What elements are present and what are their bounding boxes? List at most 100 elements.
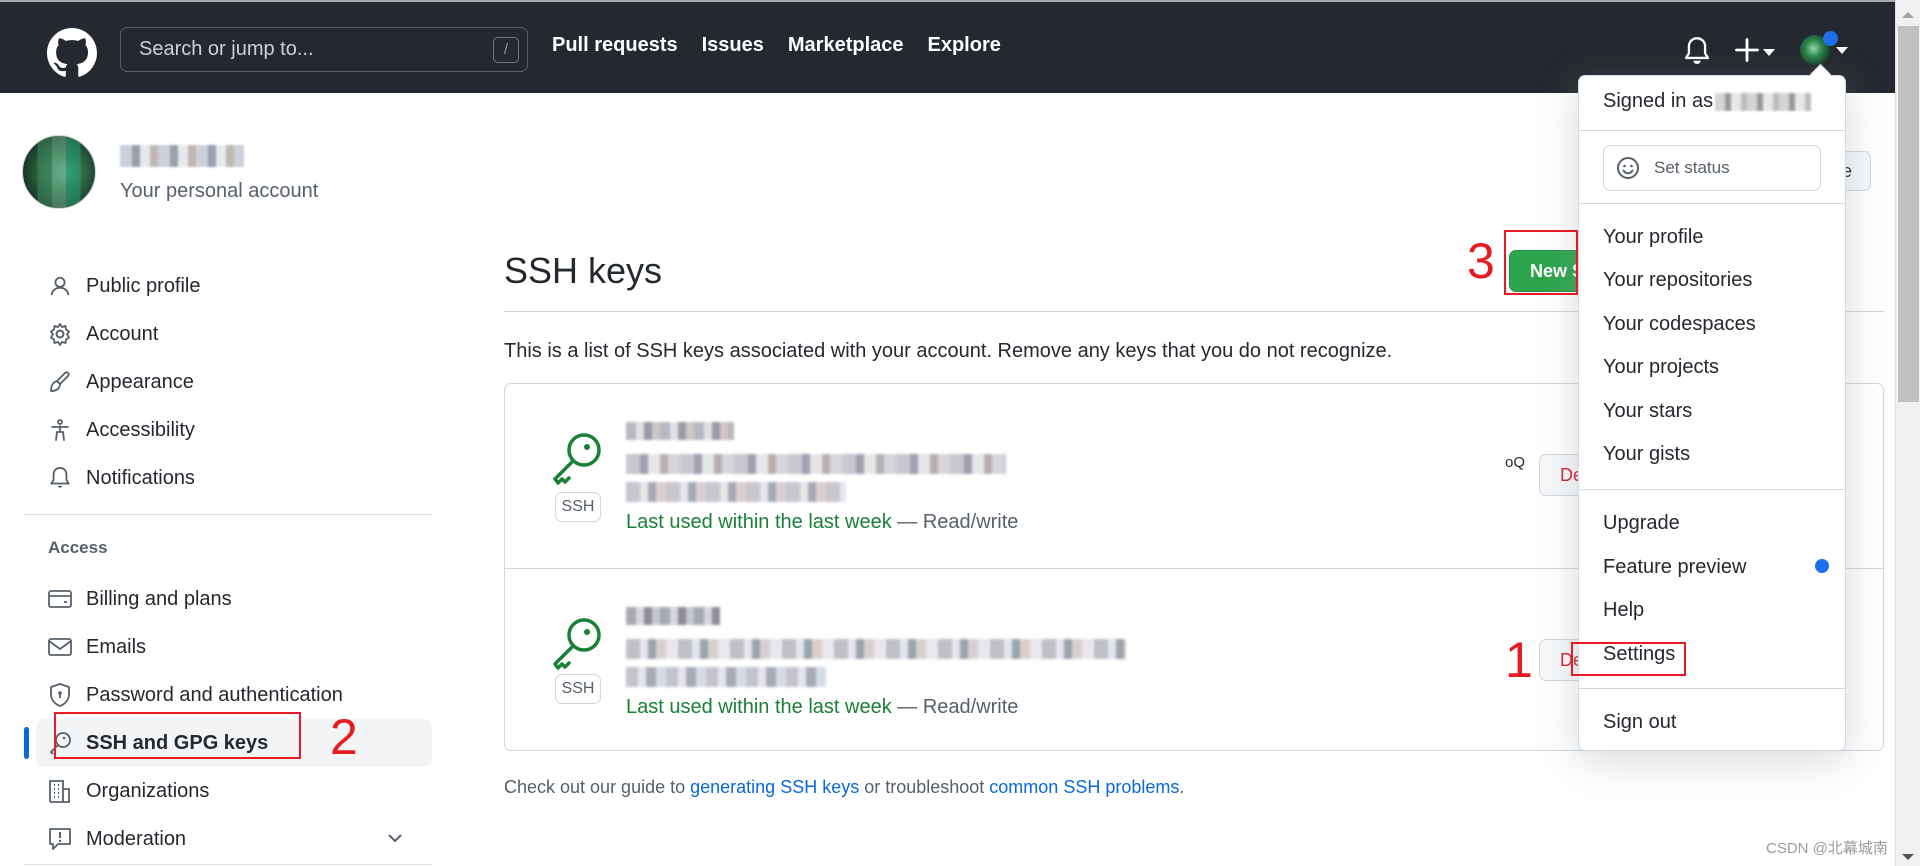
sidebar-item-billing[interactable]: Billing and plans xyxy=(24,575,432,623)
help-text-prefix: Check out our guide to xyxy=(504,777,691,797)
menu-feature-preview[interactable]: Feature preview xyxy=(1603,556,1746,579)
accessibility-icon xyxy=(48,418,72,442)
sidebar-item-appearance[interactable]: Appearance xyxy=(24,358,432,406)
github-logo-icon[interactable] xyxy=(47,28,97,78)
menu-upgrade[interactable]: Upgrade xyxy=(1603,512,1680,535)
sidebar-item-organizations[interactable]: Organizations xyxy=(24,767,432,815)
ssh-help-text: Check out our guide to generating SSH ke… xyxy=(504,777,1184,798)
ssh-key-title-redacted xyxy=(626,422,734,440)
scroll-down-arrow-icon[interactable] xyxy=(1902,854,1914,860)
menu-sign-out[interactable]: Sign out xyxy=(1603,711,1676,734)
page-description: This is a list of SSH keys associated wi… xyxy=(504,340,1393,362)
ssh-key-fingerprint-redacted xyxy=(626,454,1006,474)
sidebar-item-moderation[interactable]: Moderation xyxy=(24,815,432,863)
ssh-type-badge: SSH xyxy=(555,492,601,522)
sidebar-item-emails[interactable]: Emails xyxy=(24,623,432,671)
nav-marketplace[interactable]: Marketplace xyxy=(788,34,904,57)
plus-icon[interactable] xyxy=(1733,36,1761,64)
ssh-key-added-redacted xyxy=(626,482,846,502)
sidebar-item-label: Public profile xyxy=(86,274,201,297)
menu-divider xyxy=(1579,489,1845,490)
common-ssh-problems-link[interactable]: common SSH problems xyxy=(989,777,1179,797)
menu-your-repositories[interactable]: Your repositories xyxy=(1603,269,1752,292)
menu-your-stars[interactable]: Your stars xyxy=(1603,400,1692,423)
nav-explore[interactable]: Explore xyxy=(928,34,1001,57)
gear-icon xyxy=(48,322,72,346)
feature-preview-new-dot xyxy=(1815,559,1829,573)
key-icon xyxy=(553,618,601,670)
unread-indicator-dot xyxy=(1823,31,1838,46)
user-menu-caret-icon[interactable] xyxy=(1836,47,1848,54)
sidebar-item-label: Password and authentication xyxy=(86,683,343,706)
chevron-down-icon[interactable] xyxy=(386,829,404,847)
sidebar-item-label: Accessibility xyxy=(86,418,195,441)
key-icon xyxy=(553,433,601,485)
global-nav: Pull requests Issues Marketplace Explore xyxy=(552,34,1001,57)
search-box[interactable]: / xyxy=(120,27,528,72)
smiley-icon xyxy=(1617,157,1639,179)
sidebar-item-label: Emails xyxy=(86,635,147,658)
menu-your-profile[interactable]: Your profile xyxy=(1603,226,1703,249)
last-used-text: Last used within the last week xyxy=(626,696,892,718)
watermark: CSDN @北幕城南 xyxy=(1766,840,1888,857)
sidebar-item-notifications[interactable]: Notifications xyxy=(24,454,432,502)
profile-subtitle: Your personal account xyxy=(120,180,319,202)
annotation-box-new-ssh-key xyxy=(1504,230,1578,295)
annotation-number-3: 3 xyxy=(1467,233,1495,289)
sidebar-item-label: Organizations xyxy=(86,779,210,802)
ssh-key-title-redacted xyxy=(626,607,720,625)
menu-your-gists[interactable]: Your gists xyxy=(1603,443,1690,466)
sidebar-item-label: Notifications xyxy=(86,466,195,489)
sidebar-item-label: Moderation xyxy=(86,827,187,850)
scrollbar-thumb[interactable] xyxy=(1898,26,1919,402)
menu-your-codespaces[interactable]: Your codespaces xyxy=(1603,313,1756,336)
signed-in-label: Signed in as xyxy=(1603,90,1714,112)
sidebar-divider xyxy=(24,864,432,865)
menu-divider xyxy=(1579,130,1845,131)
sidebar-item-label: Appearance xyxy=(86,370,194,393)
set-status-button[interactable]: Set status xyxy=(1603,145,1821,191)
annotation-box-settings xyxy=(1571,642,1686,676)
menu-divider xyxy=(1579,688,1845,689)
person-icon xyxy=(48,274,72,298)
profile-avatar[interactable] xyxy=(22,135,96,209)
sidebar-divider xyxy=(24,514,432,515)
menu-divider xyxy=(1579,203,1845,204)
ssh-key-usage: Last used within the last week — Read/wr… xyxy=(626,696,1018,719)
menu-help[interactable]: Help xyxy=(1603,599,1644,622)
paintbrush-icon xyxy=(48,370,72,394)
ssh-key-fingerprint-redacted xyxy=(626,639,1126,659)
active-indicator xyxy=(24,727,29,759)
sidebar-item-accessibility[interactable]: Accessibility xyxy=(24,406,432,454)
create-dropdown-caret-icon[interactable] xyxy=(1763,49,1775,56)
set-status-label: Set status xyxy=(1654,158,1730,177)
profile-name-redacted xyxy=(120,145,244,167)
bell-icon xyxy=(48,466,72,490)
access-level-text: — Read/write xyxy=(897,511,1019,533)
access-level-text: — Read/write xyxy=(897,696,1019,718)
settings-sidebar: Public profile Account Appearance Access… xyxy=(24,262,432,863)
page-title: SSH keys xyxy=(504,250,663,291)
scroll-up-arrow-icon[interactable] xyxy=(1902,12,1914,18)
search-input[interactable] xyxy=(139,28,479,71)
ssh-type-badge: SSH xyxy=(555,674,601,704)
sidebar-group-access: Access xyxy=(48,538,108,557)
slash-shortcut-hint: / xyxy=(493,37,519,63)
help-text-middle: or troubleshoot xyxy=(859,777,990,797)
ssh-key-fingerprint-suffix: oQ xyxy=(1505,454,1526,471)
mail-icon xyxy=(48,635,72,659)
menu-your-projects[interactable]: Your projects xyxy=(1603,356,1719,379)
last-used-text: Last used within the last week xyxy=(626,511,892,533)
nav-pull-requests[interactable]: Pull requests xyxy=(552,34,678,57)
bell-icon[interactable] xyxy=(1683,36,1711,66)
annotation-number-1: 1 xyxy=(1505,632,1533,688)
page-scrollbar[interactable] xyxy=(1895,0,1920,866)
sidebar-item-public-profile[interactable]: Public profile xyxy=(24,262,432,310)
generating-ssh-keys-link[interactable]: generating SSH keys xyxy=(690,777,859,797)
ssh-key-usage: Last used within the last week — Read/wr… xyxy=(626,511,1018,534)
sidebar-item-label: Billing and plans xyxy=(86,587,232,610)
report-icon xyxy=(48,827,72,851)
sidebar-item-account[interactable]: Account xyxy=(24,310,432,358)
shield-lock-icon xyxy=(48,683,72,707)
nav-issues[interactable]: Issues xyxy=(702,34,764,57)
